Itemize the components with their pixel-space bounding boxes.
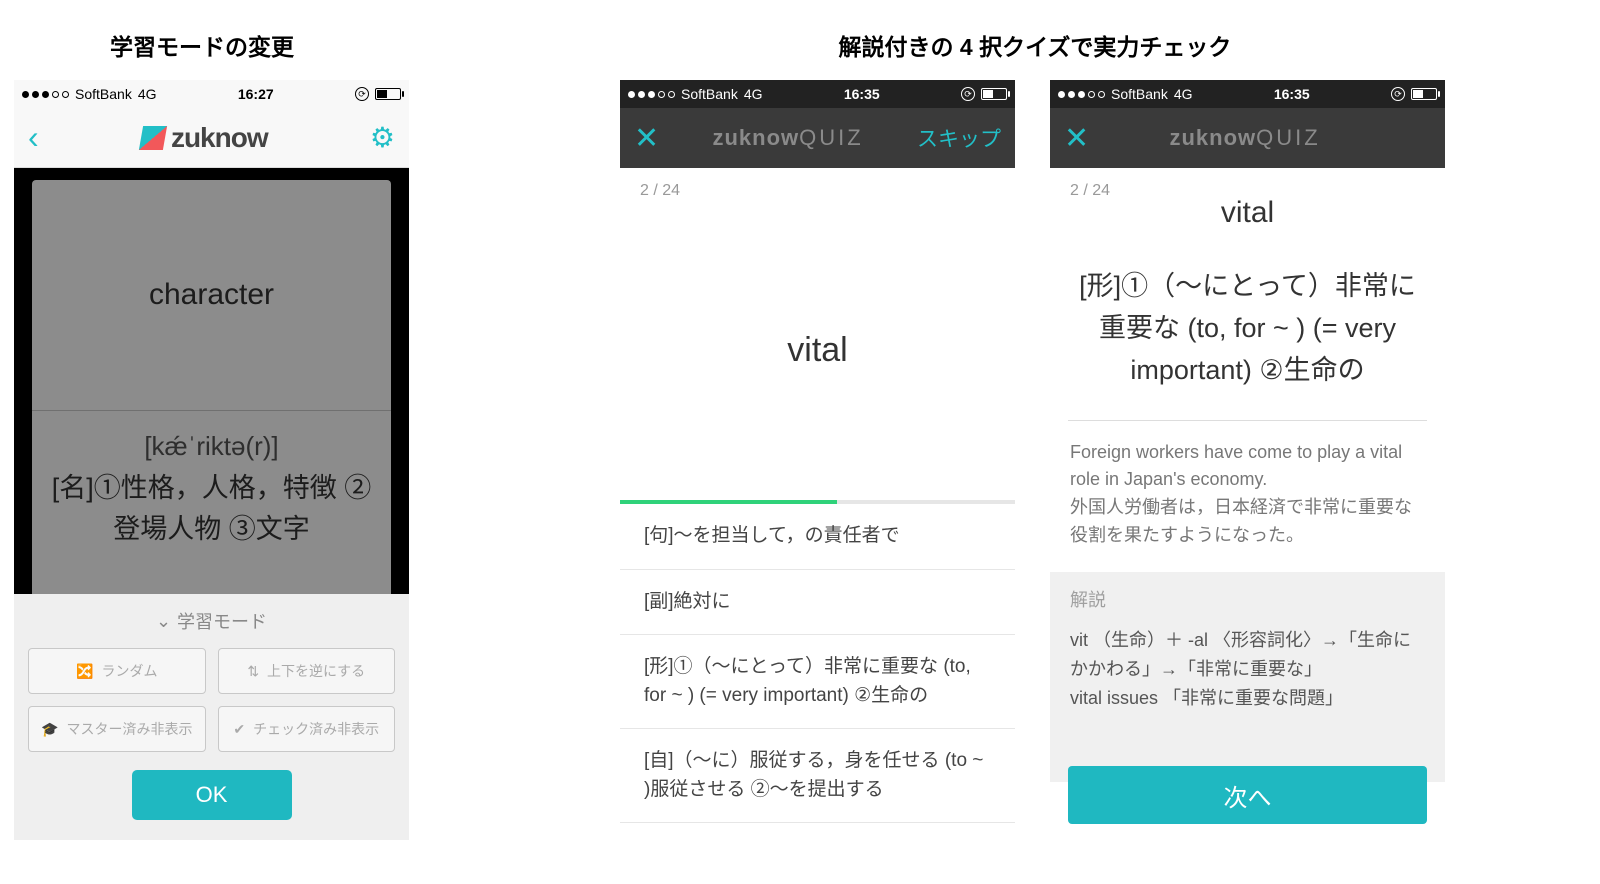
chevron-down-icon: ⌄ bbox=[156, 611, 171, 632]
sheet-title-row[interactable]: ⌄ 学習モード bbox=[28, 608, 395, 634]
close-button[interactable]: ✕ bbox=[634, 121, 659, 156]
status-bar: SoftBank 4G 16:35 ⟳ bbox=[620, 80, 1015, 108]
carrier-label: SoftBank bbox=[75, 86, 132, 102]
network-label: 4G bbox=[1174, 86, 1193, 102]
flip-icon: ⇅ bbox=[247, 663, 259, 680]
settings-button[interactable]: ⚙ bbox=[370, 121, 395, 154]
quiz-choice-2[interactable]: [副]絶対に bbox=[620, 570, 1015, 636]
shuffle-icon: 🔀 bbox=[76, 663, 93, 680]
option-hide-checked-label: チェック済み非表示 bbox=[253, 719, 379, 739]
carrier-label: SoftBank bbox=[1111, 86, 1168, 102]
logo-mark-icon bbox=[139, 126, 167, 150]
network-label: 4G bbox=[744, 86, 763, 102]
quiz-progress: 2 / 24 bbox=[620, 168, 1015, 200]
quiz-header: ✕ zuknowQUIZ スキップ bbox=[620, 108, 1015, 168]
quiz-header: ✕ zuknowQUIZ bbox=[1050, 108, 1445, 168]
app-logo: zuknow bbox=[141, 122, 268, 154]
example-jp: 外国人労働者は，日本経済で非常に重要な役割を果たすようになった。 bbox=[1070, 494, 1425, 550]
caption-left: 学習モードの変更 bbox=[110, 28, 294, 62]
quiz-logo: zuknowQUIZ bbox=[1169, 125, 1320, 151]
signal-dots-icon bbox=[22, 91, 69, 98]
network-label: 4G bbox=[138, 86, 157, 102]
answer-body: 2 / 24 vital [形]①（～にとって）非常に重要な (to, for … bbox=[1050, 168, 1445, 840]
battery-icon bbox=[375, 88, 401, 100]
status-bar: SoftBank 4G 16:27 ⟳ bbox=[14, 80, 409, 108]
back-button[interactable]: ‹ bbox=[28, 119, 39, 156]
app-header: ‹ zuknow ⚙ bbox=[14, 108, 409, 168]
rotation-lock-icon: ⟳ bbox=[1391, 87, 1405, 101]
quiz-choice-1[interactable]: [句]～を担当して，の責任者で bbox=[620, 504, 1015, 570]
app-name: zuknow bbox=[171, 122, 268, 154]
signal-dots-icon bbox=[1058, 91, 1105, 98]
check-icon: ✔ bbox=[233, 721, 245, 738]
signal-dots-icon bbox=[628, 91, 675, 98]
example-en: Foreign workers have come to play a vita… bbox=[1070, 439, 1425, 495]
quiz-logo-name: zuknow bbox=[712, 125, 799, 150]
quiz-logo: zuknowQUIZ bbox=[712, 125, 863, 151]
phone-quiz-answer: SoftBank 4G 16:35 ⟳ ✕ zuknowQUIZ 2 / 24 … bbox=[1050, 80, 1445, 840]
quiz-logo-suffix: QUIZ bbox=[799, 125, 864, 150]
option-flip-label: 上下を逆にする bbox=[267, 661, 365, 681]
learn-mode-sheet: ⌄ 学習モード 🔀 ランダム ⇅ 上下を逆にする 🎓 マスター済み非表示 ✔ bbox=[14, 594, 409, 840]
caption-right: 解説付きの 4 択クイズで実力チェック bbox=[820, 28, 1250, 62]
sheet-title: 学習モード bbox=[177, 608, 267, 634]
rotation-lock-icon: ⟳ bbox=[961, 87, 975, 101]
clock: 16:35 bbox=[1274, 86, 1310, 102]
option-random-label: ランダム bbox=[101, 661, 157, 681]
clock: 16:35 bbox=[844, 86, 880, 102]
status-bar: SoftBank 4G 16:35 ⟳ bbox=[1050, 80, 1445, 108]
phone-quiz-question: SoftBank 4G 16:35 ⟳ ✕ zuknowQUIZ スキップ 2 … bbox=[620, 80, 1015, 840]
answer-word: vital bbox=[1050, 196, 1445, 230]
phone-learn-mode: SoftBank 4G 16:27 ⟳ ‹ zuknow ⚙ character… bbox=[14, 80, 409, 840]
graduation-cap-icon: 🎓 bbox=[41, 721, 58, 738]
quiz-body: 2 / 24 vital [句]～を担当して，の責任者で [副]絶対に [形]①… bbox=[620, 168, 1015, 840]
next-button[interactable]: 次へ bbox=[1068, 766, 1427, 824]
quiz-logo-name: zuknow bbox=[1169, 125, 1256, 150]
quiz-word: vital bbox=[620, 200, 1015, 500]
quiz-choice-4[interactable]: [自]（～に）服従する，身を任せる (to ~ )服従させる ②～を提出する bbox=[620, 729, 1015, 823]
option-hide-mastered-label: マスター済み非表示 bbox=[66, 719, 192, 739]
quiz-choice-3[interactable]: [形]①（～にとって）非常に重要な (to, for ~ ) (= very i… bbox=[620, 635, 1015, 729]
option-random[interactable]: 🔀 ランダム bbox=[28, 648, 206, 694]
gear-icon: ⚙ bbox=[370, 122, 395, 153]
carrier-label: SoftBank bbox=[681, 86, 738, 102]
battery-icon bbox=[1411, 88, 1437, 100]
explanation-body: vit （生命）＋ -al 〈形容詞化〉→「生命にかかわる」→「非常に重要な」 … bbox=[1070, 626, 1425, 712]
clock: 16:27 bbox=[238, 86, 274, 102]
battery-icon bbox=[981, 88, 1007, 100]
close-button[interactable]: ✕ bbox=[1064, 121, 1089, 156]
skip-button[interactable]: スキップ bbox=[917, 123, 1001, 153]
study-body: character [kǽˈriktə(r)] [名]①性格，人格，特徴 ②登場… bbox=[14, 168, 409, 840]
option-flip[interactable]: ⇅ 上下を逆にする bbox=[218, 648, 396, 694]
rotation-lock-icon: ⟳ bbox=[355, 87, 369, 101]
ok-button[interactable]: OK bbox=[132, 770, 292, 820]
answer-definition: [形]①（～にとって）非常に重要な (to, for ~ ) (= very i… bbox=[1050, 230, 1445, 420]
option-hide-checked[interactable]: ✔ チェック済み非表示 bbox=[218, 706, 396, 752]
explanation-label: 解説 bbox=[1070, 586, 1425, 612]
example-sentence: Foreign workers have come to play a vita… bbox=[1050, 421, 1445, 559]
option-hide-mastered[interactable]: 🎓 マスター済み非表示 bbox=[28, 706, 206, 752]
quiz-logo-suffix: QUIZ bbox=[1256, 125, 1321, 150]
explanation-box: 解説 vit （生命）＋ -al 〈形容詞化〉→「生命にかかわる」→「非常に重要… bbox=[1050, 572, 1445, 782]
